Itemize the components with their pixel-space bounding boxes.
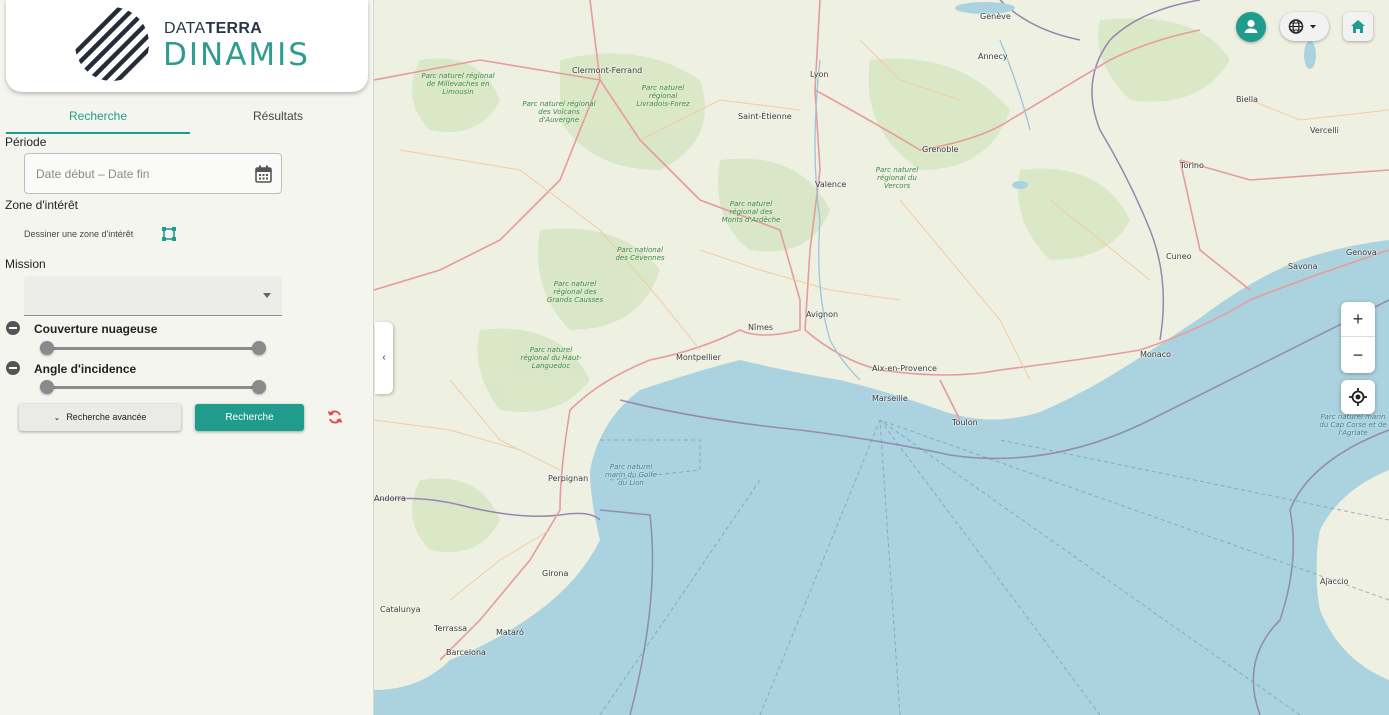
calendar-icon[interactable] xyxy=(255,165,272,183)
user-account-button[interactable] xyxy=(1236,12,1266,42)
locate-button[interactable] xyxy=(1341,380,1375,414)
chevron-left-icon: ‹ xyxy=(382,352,386,363)
incidence-angle-label: Angle d'incidence xyxy=(34,362,137,376)
incidence-angle-slider[interactable] xyxy=(40,380,266,394)
zoom-out-button[interactable]: − xyxy=(1341,338,1375,373)
advanced-search-label: Recherche avancée xyxy=(66,412,147,422)
refresh-icon[interactable] xyxy=(327,409,343,425)
brand-top-text: DATATERRA xyxy=(164,20,263,37)
tab-recherche[interactable]: Recherche xyxy=(6,108,190,134)
advanced-search-button[interactable]: ⌄ Recherche avancée xyxy=(19,404,181,431)
period-label: Période xyxy=(5,135,47,149)
cloud-cover-slider[interactable] xyxy=(40,341,266,355)
collapse-panel-button[interactable]: ‹ xyxy=(375,322,393,394)
logo-card: DATATERRA DINAMIS xyxy=(6,0,368,92)
home-icon xyxy=(1351,20,1365,33)
date-range-placeholder: Date début – Date fin xyxy=(36,167,150,181)
collapse-cloud-icon[interactable] xyxy=(6,321,20,335)
search-button[interactable]: Recherche xyxy=(195,404,304,431)
collapse-incidence-icon[interactable] xyxy=(6,361,20,375)
bounding-box-icon[interactable] xyxy=(161,226,177,242)
mission-select[interactable] xyxy=(24,276,282,316)
crosshair-icon xyxy=(1349,388,1367,406)
logo-mark-icon xyxy=(75,7,149,81)
user-icon xyxy=(1244,19,1258,33)
draw-zone-label[interactable]: Dessiner une zone d'intérêt xyxy=(24,229,133,239)
cloud-cover-max-thumb[interactable] xyxy=(252,341,266,355)
incidence-min-thumb[interactable] xyxy=(40,380,54,394)
zone-label: Zone d'intérêt xyxy=(5,198,79,212)
brand-name: DINAMIS xyxy=(163,37,310,73)
date-range-input[interactable]: Date début – Date fin xyxy=(24,153,282,194)
search-panel: DATATERRA DINAMIS Recherche Résultats Pé… xyxy=(0,0,374,715)
incidence-max-thumb[interactable] xyxy=(252,380,266,394)
cloud-cover-min-thumb[interactable] xyxy=(40,341,54,355)
language-button[interactable] xyxy=(1280,12,1329,41)
tab-resultats[interactable]: Résultats xyxy=(190,108,366,134)
globe-icon xyxy=(1288,19,1316,34)
zoom-controls: + − xyxy=(1341,302,1375,373)
home-button[interactable] xyxy=(1343,12,1373,41)
mission-label: Mission xyxy=(5,257,46,271)
zoom-in-button[interactable]: + xyxy=(1341,302,1375,337)
caret-down-icon xyxy=(263,293,271,298)
chevron-down-icon: ⌄ xyxy=(53,413,61,422)
cloud-cover-label: Couverture nuageuse xyxy=(34,322,158,336)
